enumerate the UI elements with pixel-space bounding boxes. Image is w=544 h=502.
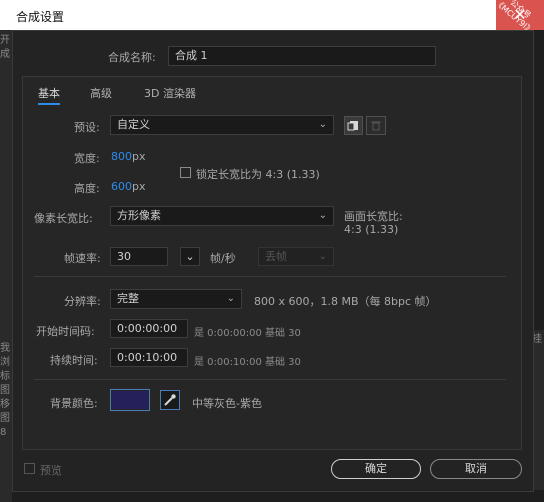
frame-aspect-label: 画面长宽比: [344,210,403,223]
cancel-button[interactable]: 取消 [430,459,522,479]
start-timecode-note: 是 0:00:00:00 基础 30 [194,328,301,339]
height-label: 高度: [74,182,100,195]
height-value[interactable]: 600 [111,180,132,193]
comp-name-input[interactable]: 合成 1 [168,46,436,66]
comp-name-label: 合成名称: [108,51,156,64]
resolution-value: 完整 [117,292,139,305]
lock-aspect-checkbox[interactable] [180,167,191,178]
start-timecode-label: 开始时间码: [36,325,95,338]
preset-select[interactable]: 自定义 ⌄ [110,115,334,135]
background-text-left: 理被开成 我浏标图移图8 [0,7,10,438]
resolution-info: 800 x 600，1.8 MB（每 8bpc 帧） [254,295,437,308]
frame-rate-label: 帧速率: [64,252,101,265]
tab-basic[interactable]: 基本 [38,85,60,105]
chevron-down-icon: ⌄ [318,119,327,130]
save-preset-button[interactable] [344,116,363,135]
preview-label: 预览 [40,464,62,477]
trash-icon [371,121,381,131]
frame-rate-input[interactable]: 30 [110,247,168,266]
height-unit: px [132,180,146,193]
chevron-down-icon: ⌄ [185,250,195,263]
divider [34,379,506,380]
tab-3d-renderer[interactable]: 3D 渲染器 [144,85,196,101]
frame-rate-dropdown-button[interactable]: ⌄ [180,247,200,266]
preset-value: 自定义 [117,118,150,131]
preset-label: 预设: [74,121,100,134]
frame-rate-unit: 帧/秒 [210,252,236,265]
duration-note: 是 0:00:10:00 基础 30 [194,357,301,368]
pixel-aspect-select[interactable]: 方形像素 ⌄ [110,206,334,226]
resolution-label: 分辨率: [64,295,101,308]
start-timecode-input[interactable]: 0:00:00:00 [110,319,188,338]
width-unit: px [132,150,146,163]
preview-checkbox[interactable] [24,463,35,474]
pixel-aspect-label: 像素长宽比: [34,212,93,225]
window-title: 合成设置 [16,10,65,24]
swatch-fill [112,391,148,409]
background-color-name: 中等灰色-紫色 [192,397,262,410]
eyedropper-icon [164,394,176,406]
divider [34,276,506,277]
duration-label: 持续时间: [50,354,98,367]
drop-frame-value: 丢帧 [265,250,287,263]
delete-preset-button[interactable] [366,116,386,135]
title-bar [0,0,544,30]
background-color-label: 背景颜色: [50,397,98,410]
width-value[interactable]: 800 [111,150,132,163]
resolution-select[interactable]: 完整 ⌄ [110,289,242,309]
chevron-down-icon: ⌄ [318,210,327,221]
chevron-down-icon: ⌄ [318,251,327,262]
pixel-aspect-value: 方形像素 [117,209,161,222]
frame-aspect-value: 4:3 (1.33) [344,223,399,236]
duration-input[interactable]: 0:00:10:00 [110,348,188,367]
background-color-swatch[interactable] [110,389,150,411]
drop-frame-select: 丢帧 ⌄ [258,247,334,266]
save-preset-icon [347,121,358,131]
width-label: 宽度: [74,152,100,165]
eyedropper-button[interactable] [160,390,180,410]
ok-button[interactable]: 确定 [331,459,421,479]
chevron-down-icon: ⌄ [226,293,235,304]
tab-advanced[interactable]: 高级 [90,85,112,101]
lock-aspect-label: 锁定长宽比为 4:3 (1.33) [196,168,320,181]
